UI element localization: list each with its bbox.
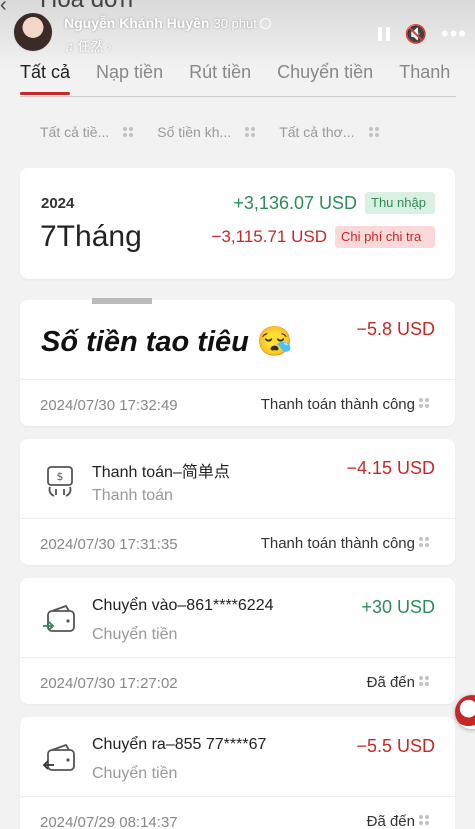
globe-icon — [259, 18, 271, 29]
transaction-title: Chuyển vào–861****6224 — [92, 597, 274, 614]
filter-currency-label: Tất cả tiề... — [40, 124, 110, 140]
transaction-type: Chuyển tiền — [92, 626, 178, 643]
filter-bar: Tất cả tiề... Số tiền kh... Tất cả thơ..… — [40, 122, 460, 142]
story-time: 30 phút — [213, 16, 257, 31]
filter-amount-label: Số tiền kh... — [157, 124, 232, 140]
dropdown-dots-icon — [245, 127, 256, 137]
summary-income: +3,136.07 USD — [233, 193, 357, 213]
transaction-date: 2024/07/30 17:27:02 — [40, 675, 178, 692]
summary-month: 7Tháng — [40, 220, 142, 253]
details-dots-icon[interactable] — [419, 676, 429, 686]
transaction-status: Thanh toán thành công — [260, 535, 415, 552]
transaction-date: 2024/07/30 17:31:35 — [40, 536, 178, 553]
tab-all[interactable]: Tất cả — [20, 58, 71, 98]
chevron-right-icon: › — [107, 39, 112, 54]
story-text-sticker: Số tiền tao tiêu 😪 — [33, 319, 302, 365]
details-dots-icon[interactable] — [419, 537, 429, 547]
dropdown-dots-icon — [123, 127, 134, 137]
tab-deposit[interactable]: Nạp tiền — [96, 58, 163, 98]
summary-expense: −3,115.71 USD — [211, 227, 327, 246]
tab-divider — [20, 96, 456, 97]
transaction-header: $ Thanh toán–简单点 Thanh toán −4.15 USD — [20, 439, 455, 519]
transaction-status: Đã đến — [366, 674, 415, 691]
transaction-title: Thanh toán–简单点 — [92, 464, 230, 481]
transaction-title: Chuyển ra–855 77****67 — [92, 736, 267, 753]
svg-text:$: $ — [57, 470, 64, 483]
mute-icon[interactable]: 🔇 — [404, 25, 426, 43]
transaction-status: Đã đến — [366, 813, 415, 829]
transaction-card[interactable]: Chuyển ra–855 77****67 Chuyển tiền −5.5 … — [20, 717, 455, 829]
transaction-card[interactable]: $ Thanh toán–简单点 Thanh toán −4.15 USD 20… — [20, 439, 455, 565]
summary-year: 2024 — [41, 195, 75, 212]
tab-bar: Tất cả Nạp tiền Rút tiền Chuyển tiền Tha… — [0, 58, 475, 98]
transaction-type: Chuyển tiền — [92, 765, 178, 782]
music-label[interactable]: ♫ 任然 › — [64, 36, 111, 55]
music-text: ♫ 任然 — [64, 39, 104, 54]
transaction-date: 2024/07/30 17:32:49 — [40, 397, 178, 414]
floating-assistant-icon[interactable] — [455, 695, 475, 729]
sticker-text: Số tiền tao tiêu — [41, 326, 249, 358]
transaction-amount: −5.5 USD — [356, 736, 435, 756]
details-dots-icon[interactable] — [419, 398, 429, 408]
dropdown-dots-icon — [368, 127, 379, 137]
tab-payment[interactable]: Thanh — [399, 58, 450, 98]
tab-withdraw[interactable]: Rút tiền — [189, 58, 251, 98]
story-controls: 🔇 ••• — [378, 20, 467, 48]
wallet-in-icon — [43, 604, 75, 632]
story-user-name-text: Nguyễn Khánh Huyền — [64, 15, 210, 31]
transaction-header: Chuyển ra–855 77****67 Chuyển tiền −5.5 … — [20, 717, 455, 797]
transaction-date: 2024/07/29 08:14:37 — [40, 814, 178, 829]
transaction-header: Chuyển vào–861****6224 Chuyển tiền +30 U… — [20, 578, 455, 658]
transaction-amount: −5.8 USD — [356, 319, 435, 339]
income-badge: Thu nhập — [365, 192, 435, 214]
tab-transfer[interactable]: Chuyển tiền — [277, 58, 373, 98]
expense-badge: Chi phí chi tra — [335, 226, 435, 248]
details-dots-icon[interactable] — [419, 815, 429, 825]
story-user-name[interactable]: Nguyễn Khánh Huyền 30 phút — [64, 15, 271, 31]
filter-amount[interactable]: Số tiền kh... — [157, 122, 256, 142]
monthly-summary-card[interactable]: 2024 7Tháng +3,136.07 USD Thu nhập −3,11… — [20, 168, 455, 279]
story-header: Nguyễn Khánh Huyền 30 phút ♫ 任然 › 🔇 ••• — [0, 0, 475, 60]
transaction-card[interactable]: Chuyển vào–861****6224 Chuyển tiền +30 U… — [20, 578, 455, 704]
obscured-title — [92, 298, 152, 304]
filter-currency[interactable]: Tất cả tiề... — [40, 122, 134, 142]
sleepy-face-icon: 😪 — [256, 326, 294, 358]
filter-time[interactable]: Tất cả thơ... — [279, 122, 379, 142]
more-icon[interactable]: ••• — [441, 23, 467, 45]
avatar[interactable] — [13, 12, 53, 52]
transaction-status: Thanh toán thành công — [260, 396, 415, 413]
transaction-amount: −4.15 USD — [346, 458, 435, 478]
transaction-type: Thanh toán — [92, 487, 173, 504]
pause-icon[interactable] — [378, 27, 391, 41]
payment-icon: $ — [47, 466, 73, 497]
wallet-out-icon — [42, 743, 75, 771]
transaction-amount: +30 USD — [361, 597, 435, 617]
filter-time-label: Tất cả thơ... — [279, 124, 355, 140]
